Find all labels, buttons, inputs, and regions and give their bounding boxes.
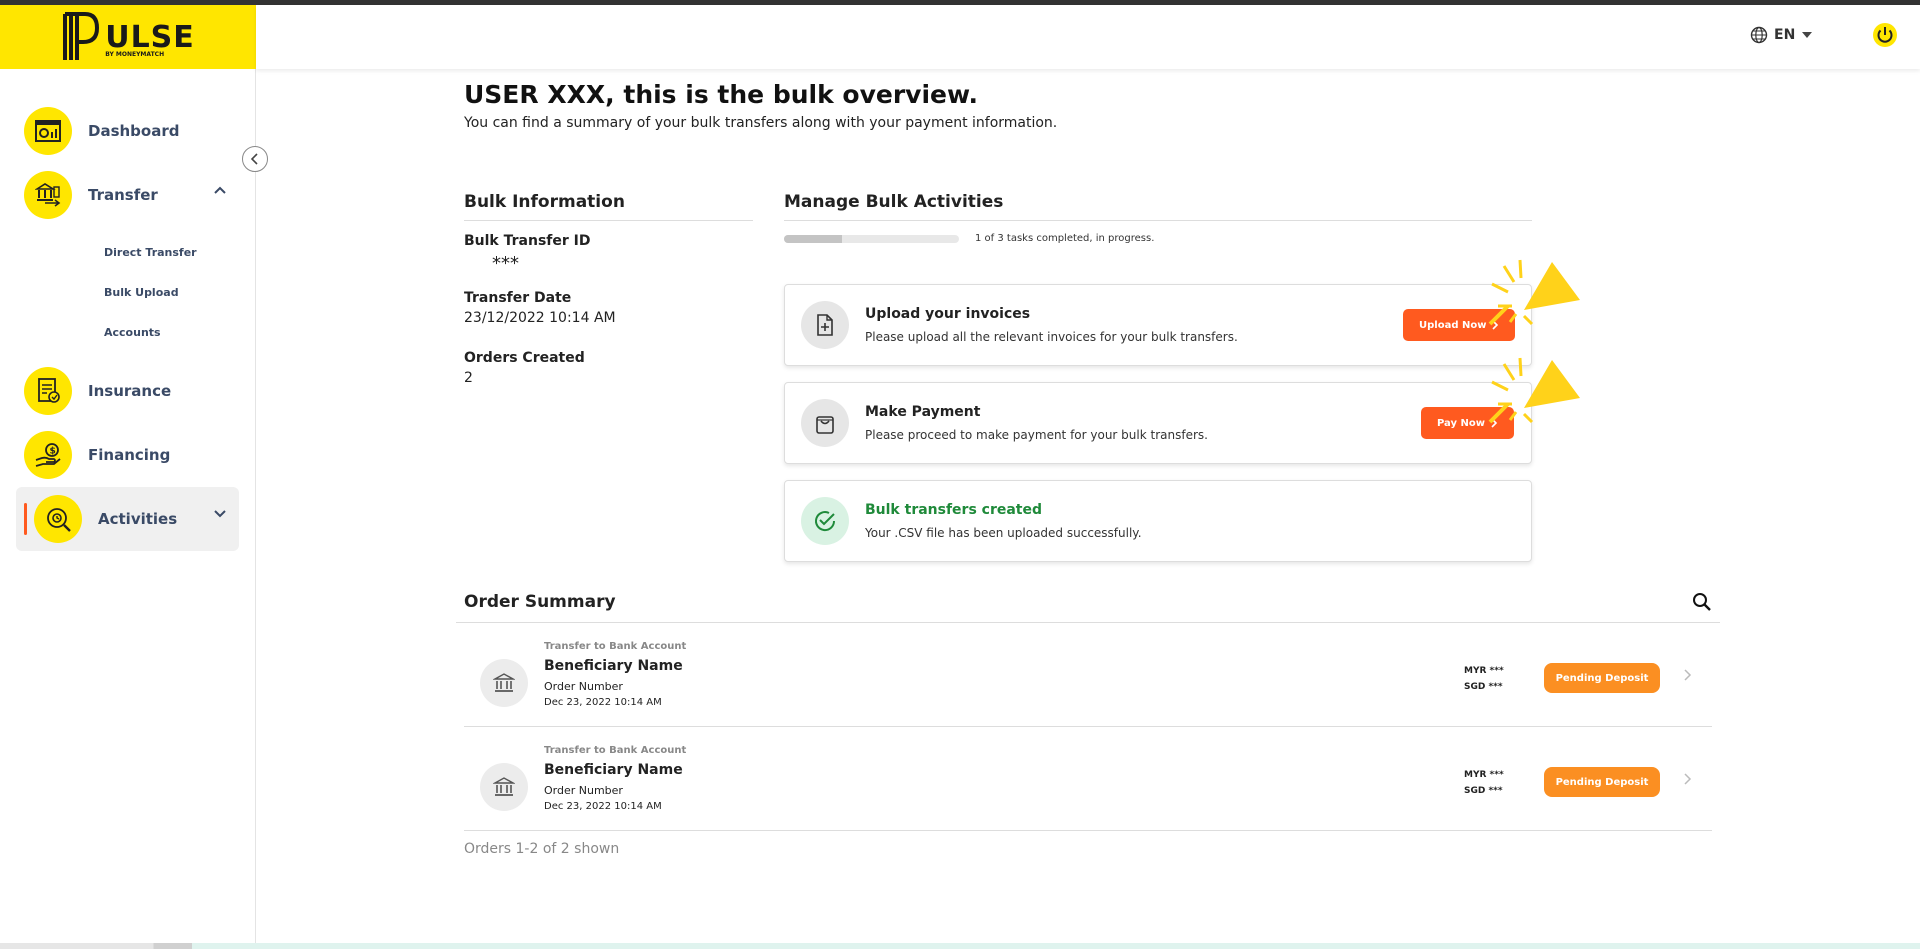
upload-now-label: Upload Now — [1419, 319, 1487, 331]
task-title: Make Payment — [865, 404, 981, 420]
order-row[interactable]: Transfer to Bank Account Beneficiary Nam… — [464, 727, 1712, 831]
page-title: USER XXX, this is the bulk overview. — [464, 80, 978, 109]
sidebar-item-label: Financing — [88, 446, 171, 464]
power-icon — [1873, 23, 1897, 47]
order-date: Dec 23, 2022 10:14 AM — [544, 697, 662, 708]
sidebar-subitem-bulk-upload[interactable]: Bulk Upload — [104, 273, 255, 313]
sidebar-subitem-direct-transfer[interactable]: Direct Transfer — [104, 233, 255, 273]
activities-search-icon — [34, 495, 82, 543]
sidebar-item-label: Transfer — [88, 186, 158, 204]
task-description: Please upload all the relevant invoices … — [865, 330, 1238, 344]
click-pointer-icon — [1488, 357, 1580, 424]
order-type: Transfer to Bank Account — [544, 745, 687, 756]
dashboard-icon — [24, 107, 72, 155]
task-card-make-payment: Make Payment Please proceed to make paym… — [784, 382, 1532, 464]
beneficiary-name: Beneficiary Name — [544, 762, 683, 778]
main-content: USER XXX, this is the bulk overview. You… — [456, 80, 1724, 857]
caret-down-icon — [1802, 32, 1813, 38]
target-amount: SGD *** — [1464, 682, 1503, 692]
sidebar-item-dashboard[interactable]: Dashboard — [16, 99, 239, 163]
logo-area[interactable]: ULSE BY MONEYMATCH — [0, 5, 256, 69]
pulse-logo-mark-icon — [63, 12, 100, 60]
progress-text: 1 of 3 tasks completed, in progress. — [975, 233, 1155, 244]
order-number: Order Number — [544, 680, 623, 693]
sidebar-item-insurance[interactable]: Insurance — [16, 359, 239, 423]
order-amounts: MYR *** SGD *** — [1464, 663, 1504, 695]
status-badge: Pending Deposit — [1544, 663, 1660, 693]
order-number: Order Number — [544, 784, 623, 797]
task-card-bulk-created: Bulk transfers created Your .CSV file ha… — [784, 480, 1532, 562]
click-pointer-icon — [1488, 259, 1580, 326]
insurance-document-icon — [24, 367, 72, 415]
order-summary-title: Order Summary — [464, 592, 616, 612]
order-type: Transfer to Bank Account — [544, 641, 687, 652]
sidebar-item-transfer[interactable]: Transfer — [16, 163, 239, 227]
sidebar-item-financing[interactable]: $ Financing — [16, 423, 239, 487]
search-icon[interactable] — [1692, 592, 1712, 612]
sidebar-item-activities[interactable]: Activities — [16, 487, 239, 551]
status-badge: Pending Deposit — [1544, 767, 1660, 797]
order-amounts: MYR *** SGD *** — [1464, 767, 1504, 799]
orders-created-label: Orders Created — [464, 350, 585, 366]
task-title: Upload your invoices — [865, 306, 1031, 322]
bank-transfer-icon — [24, 171, 72, 219]
file-add-icon — [801, 301, 849, 349]
language-label: EN — [1774, 27, 1796, 43]
top-header — [256, 5, 1920, 69]
financing-hand-icon: $ — [24, 431, 72, 479]
bulk-transfer-id-label: Bulk Transfer ID — [464, 233, 591, 249]
transfer-submenu: Direct Transfer Bulk Upload Accounts — [0, 227, 255, 359]
task-progress: 1 of 3 tasks completed, in progress. — [784, 233, 1532, 244]
source-amount: MYR *** — [1464, 770, 1504, 780]
progress-bar-fill — [784, 234, 843, 243]
chevron-down-icon[interactable] — [213, 509, 227, 519]
progress-bar — [784, 234, 959, 243]
orders-created-value: 2 — [464, 370, 473, 386]
check-circle-icon — [801, 497, 849, 545]
target-amount: SGD *** — [1464, 786, 1503, 796]
chevron-left-icon — [250, 153, 258, 165]
pagination-text: Orders 1-2 of 2 shown — [464, 841, 620, 857]
logo-subtext: BY MONEYMATCH — [105, 50, 165, 58]
chevron-right-icon[interactable] — [1684, 773, 1692, 785]
page-subtitle: You can find a summary of your bulk tran… — [464, 115, 1058, 131]
bulk-transfer-id-value: *** — [492, 253, 519, 274]
source-amount: MYR *** — [1464, 666, 1504, 676]
order-summary-panel: Order Summary Transfer to Bank Account B… — [456, 592, 1720, 857]
shopping-bag-icon — [801, 399, 849, 447]
sidebar: ULSE BY MONEYMATCH Dashboard Transfer Di… — [0, 5, 256, 944]
pay-now-label: Pay Now — [1437, 417, 1485, 429]
chevron-right-icon[interactable] — [1684, 669, 1692, 681]
transfer-date-label: Transfer Date — [464, 290, 572, 306]
task-description: Please proceed to make payment for your … — [865, 428, 1208, 442]
order-date: Dec 23, 2022 10:14 AM — [544, 801, 662, 812]
manage-bulk-activities-title: Manage Bulk Activities — [784, 192, 1532, 221]
manage-bulk-activities-panel: Manage Bulk Activities 1 of 3 tasks comp… — [784, 192, 1532, 562]
sidebar-item-label: Dashboard — [88, 122, 180, 140]
sidebar-nav: Dashboard Transfer Direct Transfer Bulk … — [0, 69, 255, 551]
logo-text: ULSE — [105, 19, 195, 55]
bank-icon — [480, 659, 528, 707]
window-bottom-bar — [0, 943, 1920, 949]
task-description: Your .CSV file has been uploaded success… — [865, 526, 1142, 540]
language-selector[interactable]: EN — [1750, 26, 1813, 44]
sidebar-item-label: Activities — [98, 510, 178, 528]
sidebar-subitem-accounts[interactable]: Accounts — [104, 313, 255, 353]
globe-icon — [1750, 26, 1768, 44]
task-card-upload-invoices: Upload your invoices Please upload all t… — [784, 284, 1532, 366]
pulse-logo: ULSE BY MONEYMATCH — [61, 10, 195, 64]
order-row[interactable]: Transfer to Bank Account Beneficiary Nam… — [464, 623, 1712, 727]
task-title: Bulk transfers created — [865, 502, 1043, 518]
transfer-date-value: 23/12/2022 10:14 AM — [464, 310, 616, 326]
bank-icon — [480, 763, 528, 811]
bulk-information-panel: Bulk Information Bulk Transfer ID *** Tr… — [464, 192, 753, 386]
beneficiary-name: Beneficiary Name — [544, 658, 683, 674]
logout-button[interactable] — [1872, 22, 1898, 52]
svg-text:$: $ — [50, 447, 56, 457]
sidebar-item-label: Insurance — [88, 382, 172, 400]
collapse-sidebar-button[interactable] — [242, 146, 268, 172]
bulk-information-title: Bulk Information — [464, 192, 753, 221]
chevron-up-icon[interactable] — [213, 185, 227, 195]
